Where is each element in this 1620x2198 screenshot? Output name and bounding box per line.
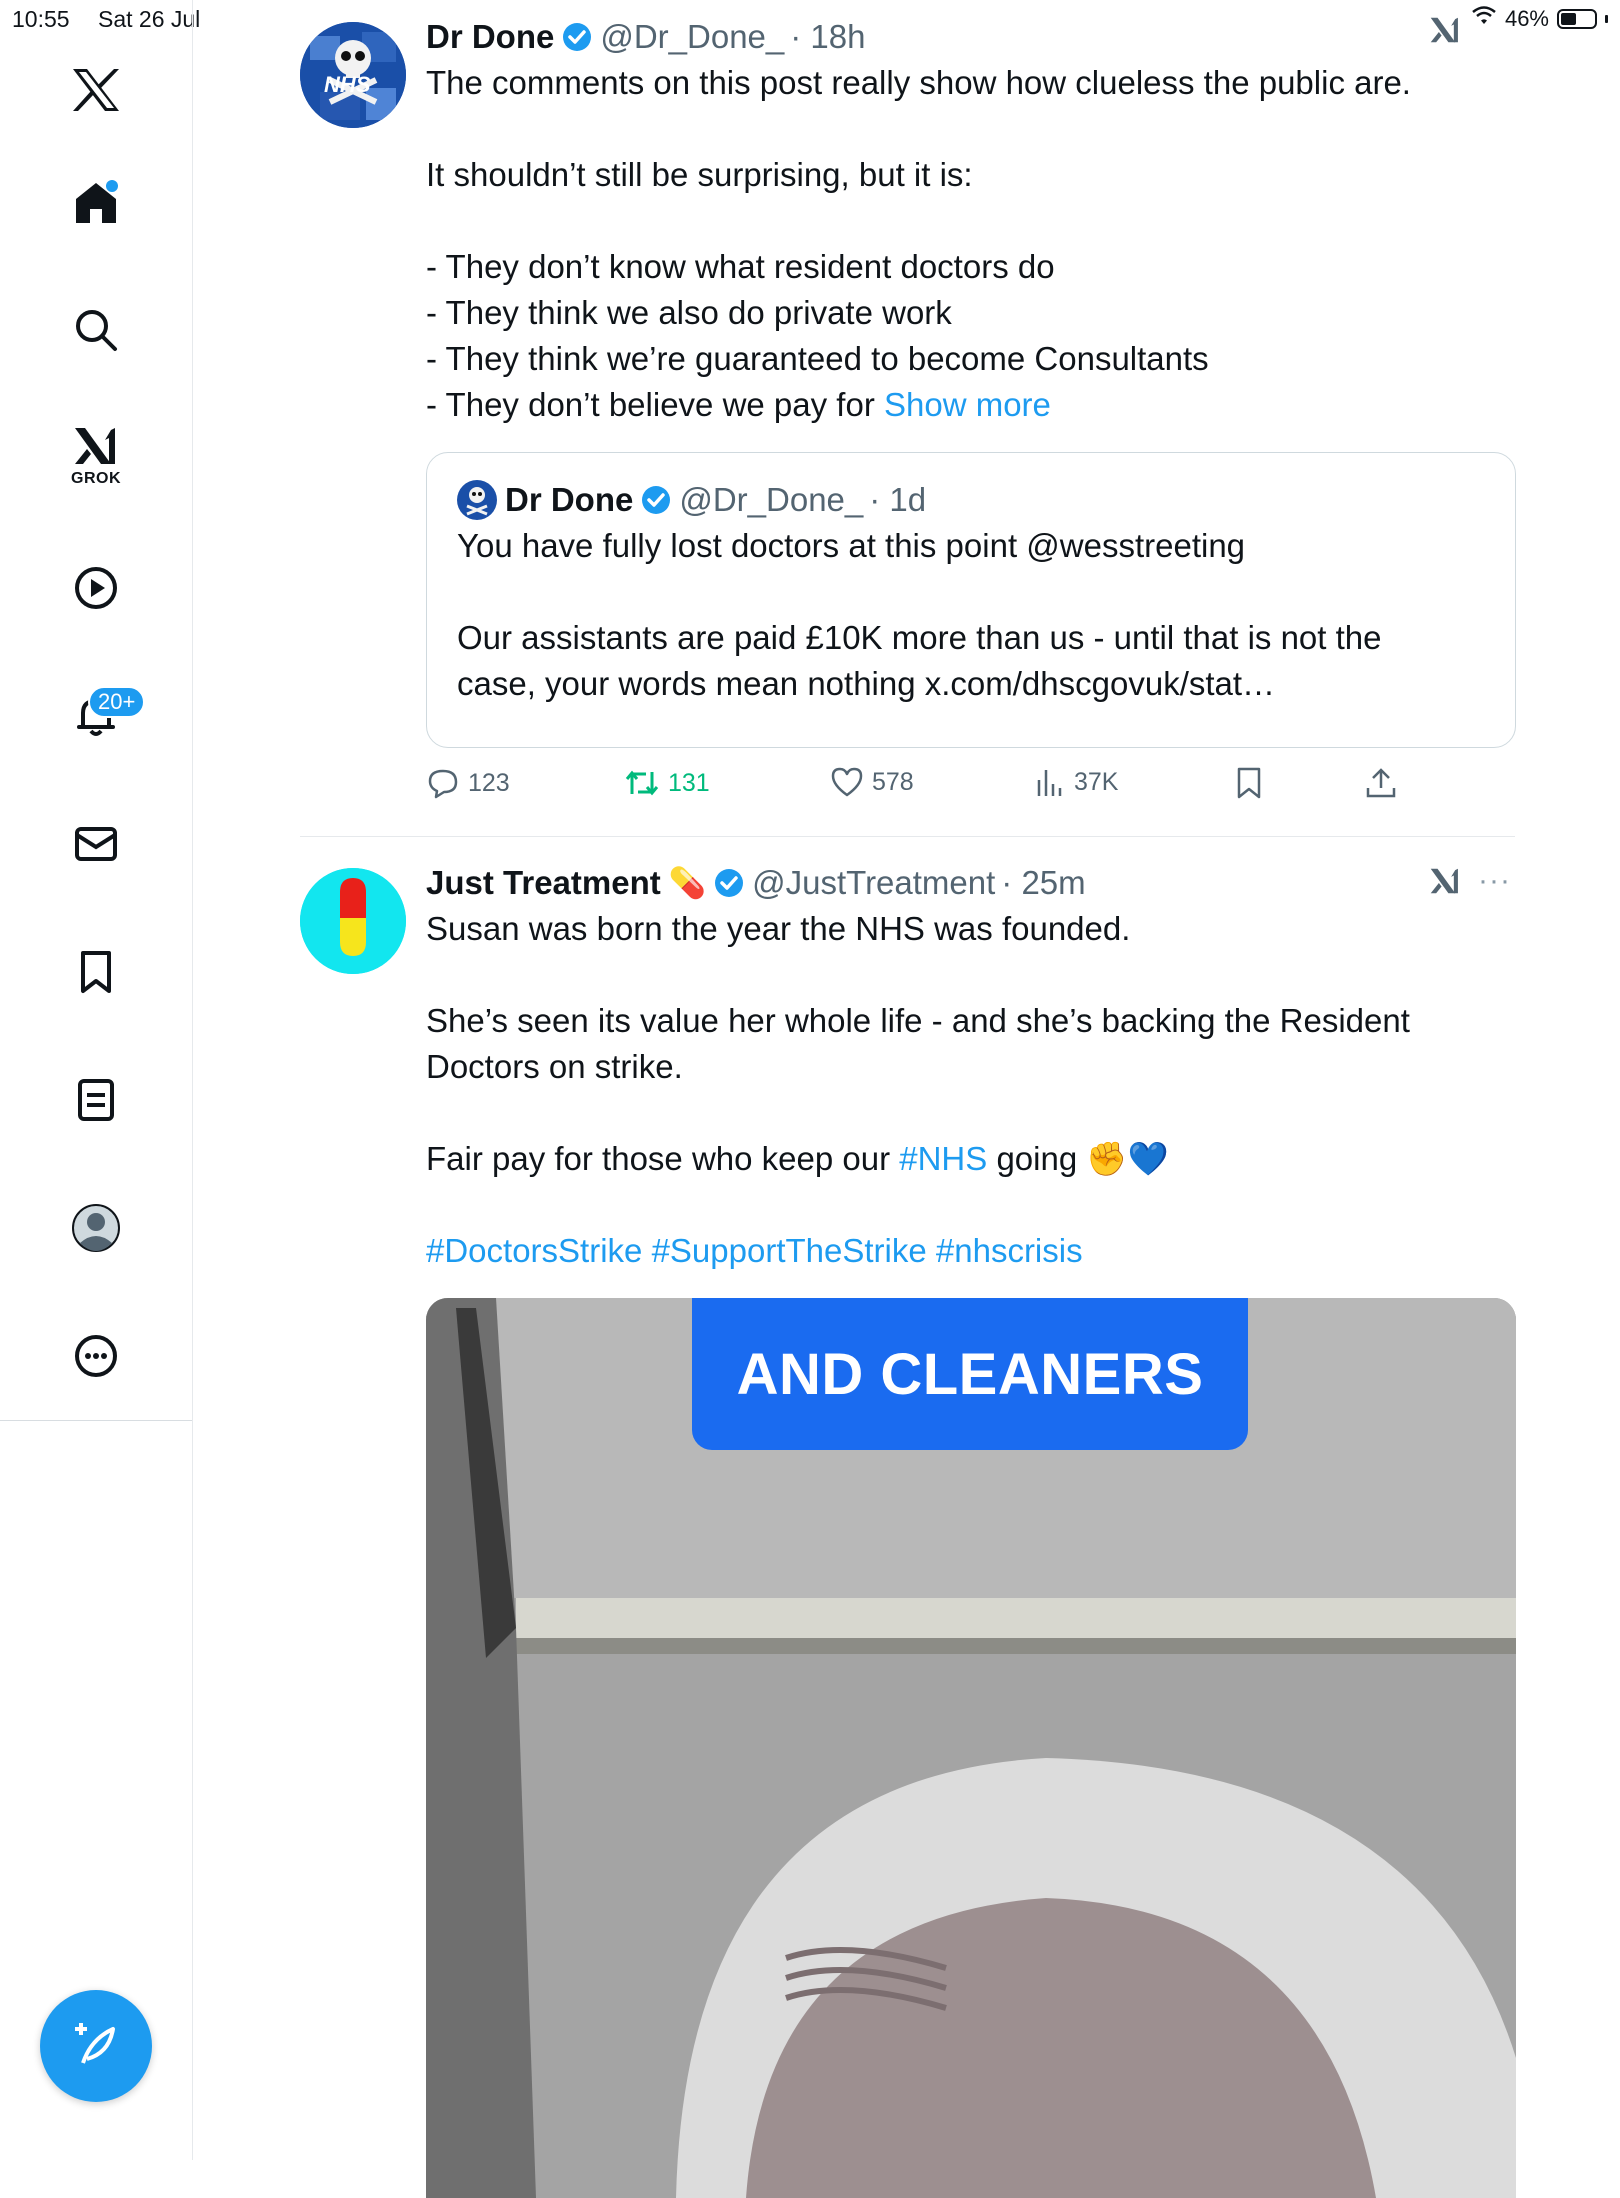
quoted-tweet-content: Dr Done @Dr_Done_ · 1d You have fully lo… (457, 477, 1477, 707)
quoted-line: case, your words mean nothing x.com/dhsc… (457, 665, 1276, 702)
repost-count: 131 (668, 768, 710, 797)
avatar-nhs-text: NHS (324, 72, 371, 97)
tweet-line: Susan was born the year the NHS was foun… (426, 910, 1131, 947)
author-handle[interactable]: @JustTreatment (752, 864, 995, 902)
tweet-line: - They don’t believe we pay for (426, 386, 875, 423)
compose-feather-icon (75, 2023, 115, 2064)
author-name[interactable]: Just Treatment (426, 864, 661, 902)
nav-profile[interactable] (50, 1182, 142, 1274)
nav-search[interactable] (50, 284, 142, 376)
tweet-text: Susan was born the year the NHS was foun… (426, 906, 1516, 1274)
tweet-text: The comments on this post really show ho… (426, 60, 1516, 428)
views-button[interactable]: 37K (1034, 766, 1118, 798)
show-more-link[interactable]: Show more (884, 386, 1051, 423)
tweet-time[interactable]: · 18h (790, 18, 865, 56)
tweet-body: Just Treatment 💊 @JustTreatment · 25m Su… (426, 860, 1516, 1274)
nav-more[interactable] (50, 1310, 142, 1402)
share-button[interactable] (1364, 766, 1398, 800)
tweet-line: - They think we’re guaranteed to become … (426, 340, 1209, 377)
tweet-actions: 123 131 578 37K (426, 766, 1516, 816)
nav-grok[interactable]: GROK (50, 410, 142, 502)
author-handle[interactable]: @Dr_Done_ (600, 18, 784, 56)
tweet-line: - They don’t know what resident doctors … (426, 248, 1055, 285)
grok-icon[interactable] (1428, 865, 1462, 897)
nav-lists[interactable] (50, 1054, 142, 1146)
quoted-tweet-time: · 1d (869, 481, 927, 518)
like-button[interactable]: 578 (830, 766, 914, 798)
video-caption: AND CLEANERS (692, 1298, 1248, 1450)
battery-icon (1557, 9, 1597, 29)
tweet-line: Fair pay for those who keep our (426, 1140, 900, 1177)
quoted-tweet-text: You have fully lost doctors at this poin… (457, 523, 1477, 707)
quoted-author-name: Dr Done (505, 481, 634, 518)
nav-home[interactable] (50, 156, 142, 248)
tweet-video[interactable]: AND CLEANERS (426, 1298, 1516, 2198)
tweet-top-icons: ··· (1428, 864, 1511, 898)
tweet-line: - They think we also do private work (426, 294, 952, 331)
tweet-line: going ✊💙 (987, 1140, 1169, 1177)
heart-icon (831, 767, 863, 797)
nav-bookmarks[interactable] (50, 926, 142, 1018)
sidebar-separator (0, 1420, 192, 1421)
battery-cap (1605, 15, 1608, 23)
author-name[interactable]: Dr Done (426, 18, 554, 56)
views-bar-chart-icon (1037, 770, 1062, 796)
repost-icon (625, 770, 659, 796)
tweet-divider (300, 836, 1515, 837)
lists-icon (78, 1079, 114, 1121)
like-count: 578 (872, 767, 914, 796)
quoted-author-handle: @Dr_Done_ (679, 481, 864, 518)
tweet-line: It shouldn’t still be surprising, but it… (426, 156, 973, 193)
tweet-body: Dr Done @Dr_Done_ · 18h The comments on … (426, 14, 1516, 428)
reply-icon (428, 769, 458, 799)
views-count: 37K (1074, 767, 1119, 796)
play-circle-icon (75, 567, 117, 609)
quoted-tweet[interactable]: Dr Done @Dr_Done_ · 1d You have fully lo… (426, 452, 1516, 748)
bookmark-icon (81, 951, 111, 993)
x-logo[interactable] (50, 44, 142, 136)
avatar[interactable] (300, 868, 406, 974)
home-unread-dot (106, 180, 118, 192)
quoted-avatar (457, 480, 497, 520)
nav-messages[interactable] (50, 798, 142, 890)
verified-badge-icon (714, 868, 744, 898)
verified-badge-icon (641, 485, 671, 515)
search-icon (76, 310, 117, 351)
tweet-header: Just Treatment 💊 @JustTreatment · 25m (426, 860, 1516, 906)
hashtags-line[interactable]: #DoctorsStrike #SupportTheStrike #nhscri… (426, 1228, 1516, 1274)
tweet-top-icons (1428, 14, 1462, 46)
reply-button[interactable]: 123 (426, 766, 510, 800)
grok-label: GROK (71, 470, 121, 487)
tweet-line: She’s seen its value her whole life - an… (426, 1002, 1410, 1039)
pill-emoji: 💊 (668, 866, 707, 900)
more-circle-icon (75, 1335, 117, 1377)
grok-icon[interactable] (1428, 14, 1462, 46)
quoted-line: You have fully lost doctors at this poin… (457, 527, 1246, 564)
tweet-line: The comments on this post really show ho… (426, 64, 1411, 101)
tweet-time[interactable]: · 25m (1001, 864, 1085, 902)
tweet-line: Doctors on strike. (426, 1048, 683, 1085)
avatar[interactable]: NHS (300, 22, 406, 128)
more-options-icon[interactable]: ··· (1478, 864, 1511, 898)
battery-fill (1561, 13, 1576, 25)
repost-button[interactable]: 131 (624, 766, 710, 800)
reply-count: 123 (468, 768, 510, 797)
grok-icon (75, 428, 115, 464)
quoted-line: Our assistants are paid £10K more than u… (457, 619, 1382, 656)
hashtag-link[interactable]: #NHS (899, 1140, 987, 1177)
profile-avatar-icon (72, 1204, 120, 1252)
sidebar: GROK 20+ (0, 0, 193, 2160)
compose-button[interactable] (40, 1990, 152, 2102)
bookmark-icon (1237, 767, 1261, 799)
mail-icon (75, 827, 117, 861)
tweet-header: Dr Done @Dr_Done_ · 18h (426, 14, 1516, 60)
notifications-badge: 20+ (88, 686, 146, 718)
bookmark-button[interactable] (1234, 766, 1264, 800)
nav-video[interactable] (50, 542, 142, 634)
quoted-tweet-header: Dr Done @Dr_Done_ · 1d (457, 477, 1477, 523)
verified-badge-icon (562, 22, 592, 52)
share-icon (1366, 768, 1396, 798)
